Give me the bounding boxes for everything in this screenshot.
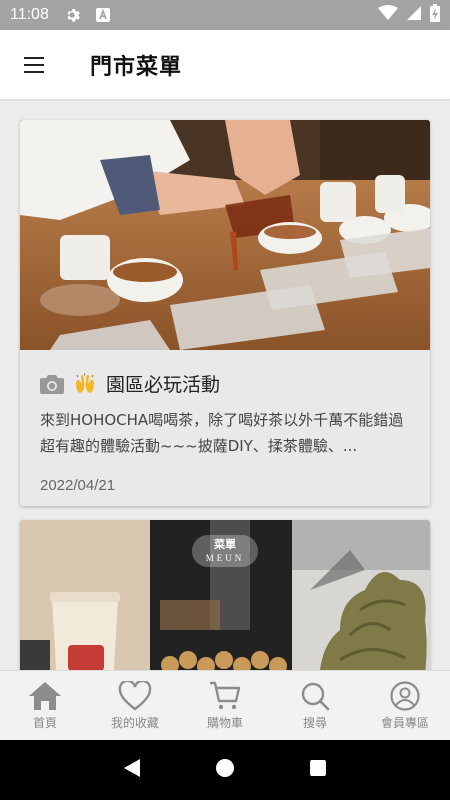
status-bar: 11:08 (0, 0, 450, 30)
camera-icon (40, 374, 64, 394)
menu-overlay-subtitle: MEUN (205, 553, 245, 563)
home-button[interactable] (215, 758, 235, 782)
keyboard-a-icon (95, 7, 111, 23)
hamburger-menu-icon (24, 56, 44, 73)
recents-square-icon (310, 760, 327, 776)
menu-card[interactable]: 菜單 MEUN (20, 520, 430, 670)
nav-home[interactable]: 首頁 (0, 671, 90, 740)
nav-favorites[interactable]: 我的收藏 (90, 671, 180, 740)
card-photo-menu-collage: 菜單 MEUN (20, 520, 430, 670)
nav-member[interactable]: 會員專區 (360, 671, 450, 740)
raised-hands-icon (76, 373, 94, 393)
signal-icon (406, 5, 422, 25)
nav-search[interactable]: 搜尋 (270, 671, 360, 740)
profile-icon (390, 680, 420, 711)
back-triangle-icon (123, 759, 140, 777)
nav-search-label: 搜尋 (302, 715, 327, 730)
nav-cart-label: 購物車 (206, 715, 243, 730)
nav-home-label: 首頁 (32, 715, 57, 730)
settings-gear-icon (63, 6, 81, 24)
activity-card[interactable]: 園區必玩活動 來到HOHOCHA喝喝茶，除了喝好茶以外千萬不能錯過超有趣的體驗活… (20, 120, 430, 506)
home-icon (29, 681, 61, 710)
battery-charging-icon (430, 4, 440, 26)
card-date: 2022/04/21 (40, 477, 116, 494)
search-icon (301, 682, 330, 710)
page-title: 門市菜單 (90, 54, 183, 80)
nav-cart[interactable]: 購物車 (180, 671, 270, 740)
cart-icon (210, 681, 241, 709)
home-circle-icon (215, 759, 234, 777)
menu-button[interactable] (0, 30, 70, 100)
app-bar: 門市菜單 (0, 30, 450, 100)
content-list[interactable]: 園區必玩活動 來到HOHOCHA喝喝茶，除了喝好茶以外千萬不能錯過超有趣的體驗活… (0, 101, 450, 670)
card-description: 來到HOHOCHA喝喝茶，除了喝好茶以外千萬不能錯過超有趣的體驗活動~~~披薩D… (40, 411, 404, 455)
wifi-icon (378, 5, 398, 25)
menu-overlay-title: 菜單 (214, 538, 236, 551)
status-icons (378, 4, 440, 26)
status-time: 11:08 (10, 6, 49, 23)
system-navigation-bar (0, 740, 450, 800)
nav-favorites-label: 我的收藏 (110, 715, 159, 730)
card-photo-tea-pouring (20, 120, 430, 350)
heart-icon (118, 680, 152, 711)
recents-button[interactable] (308, 758, 328, 782)
bottom-navigation: 首頁 我的收藏 購物車 搜尋 會員專區 (0, 670, 450, 740)
card-title: 園區必玩活動 (106, 374, 221, 396)
menu-overlay-badge: 菜單 MEUN (192, 535, 258, 567)
back-button[interactable] (122, 758, 142, 782)
nav-member-label: 會員專區 (380, 715, 429, 730)
